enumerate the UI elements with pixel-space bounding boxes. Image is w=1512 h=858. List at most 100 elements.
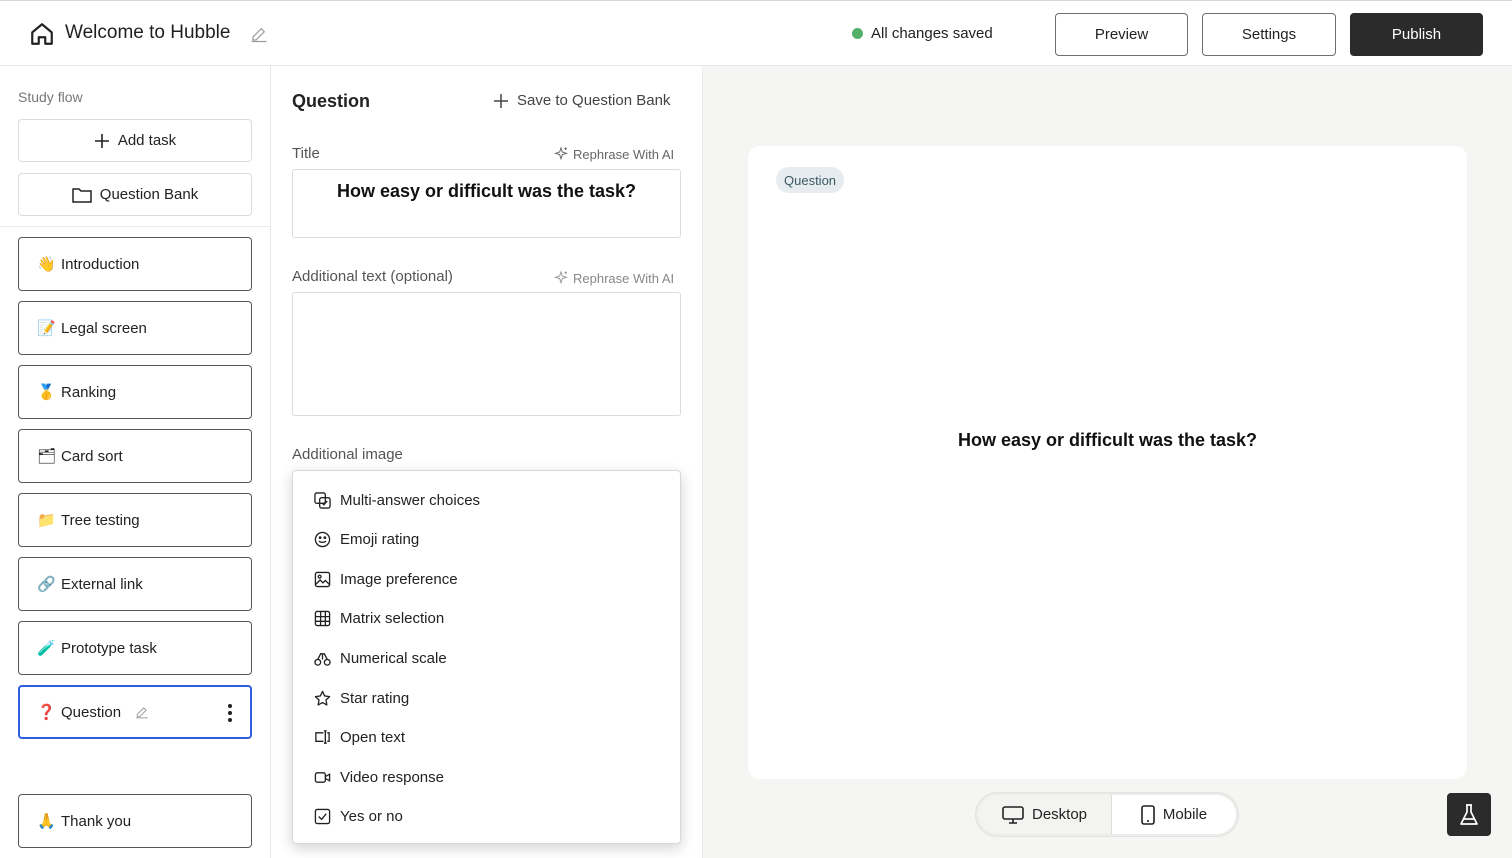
sidebar-label: Study flow xyxy=(18,89,83,105)
additional-text-label: Additional text (optional) xyxy=(292,268,453,285)
option-label: Star rating xyxy=(340,689,410,707)
settings-button[interactable]: Settings xyxy=(1202,13,1336,56)
task-label: Question xyxy=(61,703,122,721)
option-label: Numerical scale xyxy=(340,649,447,667)
title-input-value: How easy or difficult was the task? xyxy=(336,181,637,201)
home-icon[interactable] xyxy=(29,21,55,47)
option-label: Yes or no xyxy=(340,807,403,825)
add-task-label: Add task xyxy=(117,132,177,149)
option-matrix-selection[interactable]: Matrix selection xyxy=(314,606,444,630)
device-toggle: Desktop Mobile xyxy=(975,792,1239,837)
edit-task-icon[interactable] xyxy=(135,705,149,719)
status-dot-icon xyxy=(852,28,863,39)
question-bank-button[interactable]: Question Bank xyxy=(18,173,252,216)
preview-card: Question How easy or difficult was the t… xyxy=(748,146,1467,779)
question-bank-label: Question Bank xyxy=(99,186,199,203)
desktop-toggle[interactable]: Desktop xyxy=(978,795,1112,834)
option-label: Video response xyxy=(340,768,444,786)
save-to-bank-button[interactable]: Save to Question Bank xyxy=(493,92,670,109)
task-ranking[interactable]: 🥇 Ranking xyxy=(18,365,252,419)
link-icon: 🔗 xyxy=(37,576,56,593)
option-multi-answer[interactable]: Multi-answer choices xyxy=(314,488,480,512)
folder-icon xyxy=(72,187,92,203)
option-image-preference[interactable]: Image preference xyxy=(314,567,458,591)
option-numerical-scale[interactable]: Numerical scale xyxy=(314,646,447,670)
task-tree-testing[interactable]: 📁 Tree testing xyxy=(18,493,252,547)
edit-title-icon[interactable] xyxy=(250,25,268,43)
task-menu-icon[interactable] xyxy=(228,704,232,722)
image-icon xyxy=(314,571,331,587)
text-cursor-icon xyxy=(315,729,330,744)
task-label: Thank you xyxy=(61,812,132,830)
flask-icon xyxy=(1460,803,1478,825)
study-flow-sidebar: Study flow Add task Question Bank 👋 Intr… xyxy=(0,66,271,858)
task-prototype[interactable]: 🧪 Prototype task xyxy=(18,621,252,675)
study-title: Welcome to Hubble xyxy=(65,22,231,43)
video-icon xyxy=(314,771,331,783)
multi-answer-icon xyxy=(314,491,331,509)
plus-icon xyxy=(94,133,109,148)
task-label: Introduction xyxy=(61,255,140,273)
monitor-icon xyxy=(1002,805,1024,824)
title-input[interactable]: How easy or difficult was the task? xyxy=(292,169,681,238)
additional-text-input[interactable] xyxy=(292,292,681,416)
option-emoji-rating[interactable]: Emoji rating xyxy=(314,527,419,551)
preview-panel: Question How easy or difficult was the t… xyxy=(703,66,1512,858)
task-label: Card sort xyxy=(61,447,123,465)
task-label: External link xyxy=(61,575,143,593)
additional-image-label: Additional image xyxy=(292,446,403,463)
option-label: Emoji rating xyxy=(340,530,420,548)
rephrase-additional-button[interactable]: Rephrase With AI xyxy=(553,270,674,286)
task-card-sort[interactable]: 🗂 Card sort xyxy=(18,429,252,483)
rephrase-label: Rephrase With AI xyxy=(573,146,675,162)
phone-icon xyxy=(1141,804,1155,825)
medal-icon: 🥇 xyxy=(37,384,56,401)
desktop-label: Desktop xyxy=(1031,806,1088,823)
title-label: Title xyxy=(292,145,320,162)
test-tube-icon: 🧪 xyxy=(37,640,56,657)
add-task-button[interactable]: Add task xyxy=(18,119,252,162)
question-badge: Question xyxy=(776,167,845,193)
sparkle-icon xyxy=(554,270,568,285)
save-status: All changes saved xyxy=(852,25,993,42)
task-label: Prototype task xyxy=(61,639,157,657)
rephrase-label: Rephrase With AI xyxy=(573,270,675,286)
preview-button[interactable]: Preview xyxy=(1055,13,1188,56)
option-label: Matrix selection xyxy=(340,609,445,627)
grid-icon xyxy=(314,610,331,626)
mobile-label: Mobile xyxy=(1162,806,1208,823)
star-icon xyxy=(314,690,331,706)
task-external-link[interactable]: 🔗 External link xyxy=(18,557,252,611)
task-label: Legal screen xyxy=(61,319,147,337)
task-thank-you[interactable]: 🙏 Thank you xyxy=(18,794,252,848)
option-star-rating[interactable]: Star rating xyxy=(314,686,409,710)
save-to-bank-label: Save to Question Bank xyxy=(517,92,671,109)
lab-button[interactable] xyxy=(1447,793,1491,836)
option-label: Open text xyxy=(340,728,406,746)
option-label: Multi-answer choices xyxy=(340,491,481,509)
top-header: Welcome to Hubble All changes saved Prev… xyxy=(0,0,1512,66)
option-label: Image preference xyxy=(340,570,458,588)
smiley-icon xyxy=(314,531,331,547)
option-yes-or-no[interactable]: Yes or no xyxy=(314,804,403,828)
task-legal-screen[interactable]: 📝 Legal screen xyxy=(18,301,252,355)
task-question-active[interactable]: ❓ Question xyxy=(18,685,252,739)
task-introduction[interactable]: 👋 Introduction xyxy=(18,237,252,291)
question-type-dropdown: Multi-answer choices Emoji rating Image … xyxy=(292,470,681,844)
option-open-text[interactable]: Open text xyxy=(314,725,405,749)
question-mark-icon: ❓ xyxy=(37,704,56,721)
task-label: Ranking xyxy=(61,383,117,401)
sidebar-divider xyxy=(0,226,270,227)
folder-emoji-icon: 📁 xyxy=(37,512,56,529)
rephrase-title-button[interactable]: Rephrase With AI xyxy=(553,146,674,162)
memo-icon: 📝 xyxy=(37,320,56,337)
publish-button[interactable]: Publish xyxy=(1350,13,1483,56)
sparkle-icon xyxy=(554,146,568,161)
pray-icon: 🙏 xyxy=(37,813,56,830)
mobile-toggle[interactable]: Mobile xyxy=(1112,795,1236,834)
option-video-response[interactable]: Video response xyxy=(314,765,444,789)
preview-question-text: How easy or difficult was the task? xyxy=(957,430,1258,450)
plus-icon xyxy=(494,93,508,108)
wave-icon: 👋 xyxy=(37,256,56,273)
save-status-text: All changes saved xyxy=(871,25,993,42)
